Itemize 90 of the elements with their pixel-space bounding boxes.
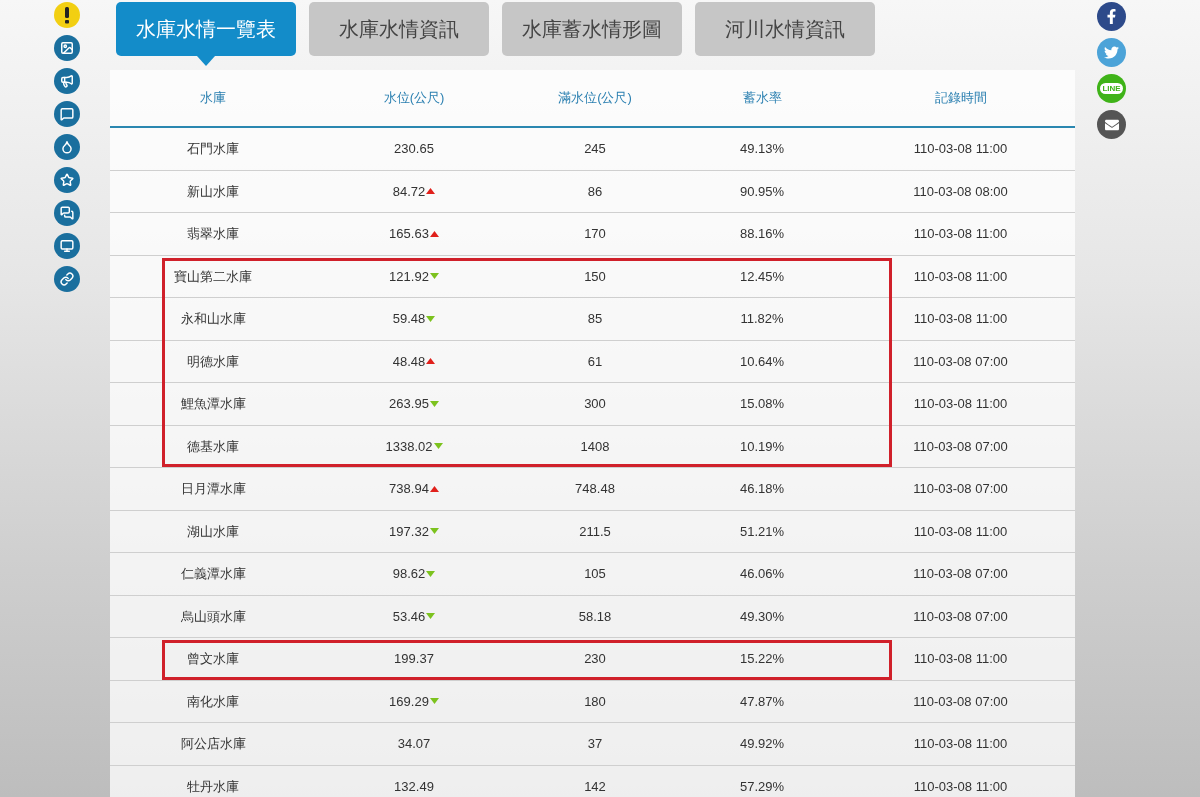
- table-cell-text: 12.45%: [738, 267, 786, 286]
- table-cell-text: 46.06%: [738, 565, 786, 583]
- table-cell-text: 46.18%: [738, 480, 786, 498]
- table-cell-text: 58.18: [577, 607, 613, 626]
- table-cell-text: 197.32: [389, 522, 429, 541]
- table-cell-text: 110-03-08 11:00: [912, 310, 1009, 328]
- table-cell-text: 180: [583, 692, 607, 711]
- table-cell-text: 德基水庫: [186, 437, 240, 456]
- table-cell-text: 110-03-08 07:00: [912, 692, 1009, 711]
- table-cell-text: 110-03-08 07:00: [912, 480, 1009, 498]
- table-cell-text: 110-03-08 07:00: [912, 352, 1009, 371]
- table-cell-text: 84.72: [392, 182, 426, 201]
- table-cell-text: 199.37: [394, 650, 434, 668]
- table-cell-text: 86: [586, 182, 604, 201]
- table-cell-text: 57.29%: [738, 777, 786, 796]
- table-cell-text: 132.49: [394, 777, 434, 796]
- table-cell-text: 110-03-08 11:00: [912, 522, 1009, 541]
- table-cell-text: 150: [583, 267, 607, 286]
- table-cell-text: 88.16%: [738, 225, 786, 243]
- table-cell-text: 169.29: [389, 692, 429, 711]
- table-cell-text: 牡丹水庫: [186, 777, 240, 796]
- table-cell-text: 仁義潭水庫: [179, 565, 247, 583]
- table-cell-text: 37: [586, 735, 604, 753]
- table-cell-text: 245: [583, 140, 607, 158]
- table-cell-text: 738.94: [389, 480, 429, 498]
- table-cell-text: 110-03-08 07:00: [912, 565, 1009, 583]
- table-cell-text: 49.92%: [738, 735, 786, 753]
- table-cell-text: 59.48: [392, 310, 426, 328]
- table-cell-text: 748.48: [574, 480, 616, 498]
- table-cell-text: 48.48: [392, 352, 426, 371]
- tab[interactable]: 水庫蓄水情形圖: [502, 2, 682, 56]
- table-cell-text: 49.30%: [738, 607, 786, 626]
- alert-icon[interactable]: [54, 2, 80, 28]
- table-cell-text: 142: [583, 777, 607, 796]
- table-cell-text: 11.82%: [739, 310, 785, 328]
- table-cell-text: 110-03-08 11:00: [912, 735, 1009, 753]
- table-cell-text: 烏山頭水庫: [179, 607, 247, 626]
- table-cell-text: 10.64%: [738, 352, 786, 371]
- table-cell-text: 211.5: [578, 522, 612, 541]
- table-cell-text: 61: [586, 352, 604, 371]
- table-cell-text: 300: [583, 395, 607, 413]
- table-cell-text: 110-03-08 08:00: [912, 182, 1009, 201]
- table-cell-text: 110-03-08 07:00: [912, 607, 1009, 626]
- column-header: 水庫: [199, 89, 227, 108]
- table-cell-text: 85: [586, 310, 604, 328]
- table-cell-text: 110-03-08 11:00: [912, 140, 1009, 158]
- table-cell-text: 明德水庫: [186, 352, 240, 371]
- table-cell-text: 230: [583, 650, 607, 668]
- table-cell-text: 湖山水庫: [186, 522, 240, 541]
- column-header: 水位(公尺): [382, 89, 446, 108]
- table-cell-text: 110-03-08 11:00: [912, 395, 1009, 413]
- tab[interactable]: 河川水情資訊: [695, 2, 875, 56]
- table-cell-text: 263.95: [389, 395, 429, 413]
- tab[interactable]: 水庫水情資訊: [309, 2, 489, 56]
- column-header: 蓄水率: [741, 89, 783, 108]
- table-cell-text: 阿公店水庫: [179, 735, 247, 753]
- table-cell-text: 110-03-08 07:00: [912, 437, 1009, 456]
- table-cell-text: 寶山第二水庫: [173, 267, 253, 286]
- table-cell-text: 165.63: [389, 225, 429, 243]
- table-cell-text: 170: [583, 225, 607, 243]
- table-cell-text: 34.07: [397, 735, 431, 753]
- column-header: 記錄時間: [933, 89, 988, 108]
- table-cell-text: 1408: [579, 437, 611, 456]
- table-cell-text: 110-03-08 11:00: [912, 650, 1009, 668]
- table-cell-text: 永和山水庫: [179, 310, 247, 328]
- table-cell-text: 105: [583, 565, 607, 583]
- table-cell-text: 鯉魚潭水庫: [179, 395, 247, 413]
- table-cell-text: 230.65: [394, 140, 434, 158]
- table-cell-text: 南化水庫: [186, 692, 240, 711]
- table-cell-text: 1338.02: [385, 437, 433, 456]
- table-cell-text: 110-03-08 11:00: [912, 225, 1009, 243]
- column-header: 滿水位(公尺): [557, 89, 633, 108]
- table-cell-text: 15.22%: [738, 650, 786, 668]
- table-cell-text: 翡翠水庫: [186, 225, 240, 243]
- tab[interactable]: 水庫水情一覽表: [116, 2, 296, 56]
- table-cell-text: 90.95%: [738, 182, 786, 201]
- table-cell-text: 新山水庫: [186, 182, 240, 201]
- table-cell-text: 15.08%: [738, 395, 786, 413]
- table-cell-text: 110-03-08 11:00: [912, 777, 1009, 796]
- table-cell-text: 53.46: [392, 607, 426, 626]
- table-cell-text: 47.87%: [738, 692, 786, 711]
- table-cell-text: 98.62: [392, 565, 426, 583]
- table-cell-text: 曾文水庫: [186, 650, 240, 668]
- table-cell-text: 石門水庫: [186, 140, 240, 158]
- table-cell-text: 110-03-08 11:00: [912, 267, 1009, 286]
- table-cell-text: 51.21%: [738, 522, 786, 541]
- table-cell-text: 49.13%: [738, 140, 786, 158]
- table-cell-text: 日月潭水庫: [179, 480, 247, 498]
- table-cell-text: 10.19%: [738, 437, 786, 456]
- table-cell-text: 121.92: [389, 267, 429, 286]
